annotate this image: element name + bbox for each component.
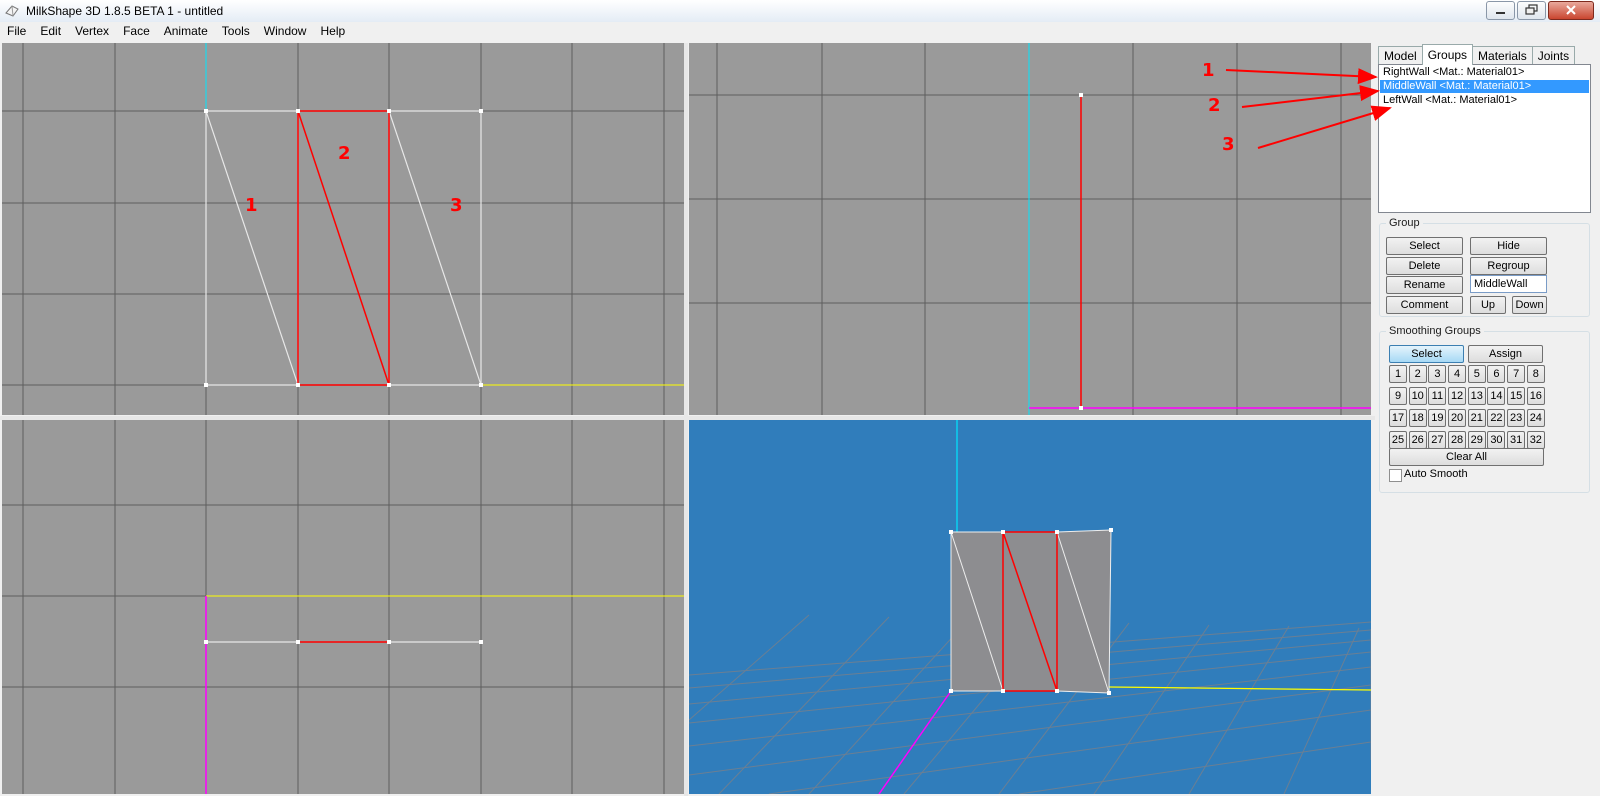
menu-window[interactable]: Window: [257, 22, 314, 41]
smoothing-group-button[interactable]: 18: [1408, 409, 1427, 427]
list-item[interactable]: MiddleWall <Mat.: Material01>: [1380, 80, 1589, 93]
smoothing-select-button[interactable]: Select: [1389, 345, 1464, 363]
smoothing-group-button[interactable]: 12: [1448, 387, 1467, 405]
group-select-button[interactable]: Select: [1386, 237, 1463, 255]
group-up-button[interactable]: Up: [1470, 296, 1506, 314]
window-title: MilkShape 3D 1.8.5 BETA 1 - untitled: [26, 4, 224, 18]
viewport-top-canvas: [2, 420, 684, 794]
restore-icon: [1525, 4, 1538, 15]
viewport-3d[interactable]: [689, 420, 1371, 794]
smoothing-group-button[interactable]: 22: [1487, 409, 1506, 427]
smoothing-group-button[interactable]: 17: [1389, 409, 1407, 427]
menu-file[interactable]: File: [0, 22, 33, 41]
smoothing-groups-title: Smoothing Groups: [1386, 325, 1484, 337]
viewport-front-canvas: [2, 43, 684, 415]
tab-joints[interactable]: Joints: [1531, 46, 1576, 65]
smoothing-group-button[interactable]: 19: [1428, 409, 1447, 427]
smoothing-group-button[interactable]: 30: [1487, 431, 1506, 449]
menu-vertex[interactable]: Vertex: [68, 22, 116, 41]
smoothing-group-button[interactable]: 7: [1507, 365, 1526, 383]
auto-smooth-checkbox[interactable]: [1389, 469, 1402, 482]
groups-list[interactable]: RightWall <Mat.: Material01> MiddleWall …: [1378, 64, 1591, 213]
group-down-button[interactable]: Down: [1512, 296, 1547, 314]
menu-face[interactable]: Face: [116, 22, 157, 41]
smoothing-group-button[interactable]: 26: [1408, 431, 1427, 449]
group-delete-button[interactable]: Delete: [1386, 257, 1463, 275]
list-item[interactable]: RightWall <Mat.: Material01>: [1380, 66, 1589, 79]
annotation-label-2: 2: [338, 143, 351, 164]
smoothing-group-button[interactable]: 31: [1507, 431, 1526, 449]
smoothing-clear-all-button[interactable]: Clear All: [1389, 448, 1544, 466]
group-regroup-button[interactable]: Regroup: [1470, 257, 1547, 275]
smoothing-group-button[interactable]: 32: [1526, 431, 1545, 449]
smoothing-group-button[interactable]: 13: [1467, 387, 1486, 405]
smoothing-group-button[interactable]: 2: [1408, 365, 1427, 383]
viewport-splitter-vertical[interactable]: [684, 43, 688, 796]
list-annotation-2: 2: [1208, 95, 1221, 116]
menu-tools[interactable]: Tools: [215, 22, 257, 41]
milkshape-app-icon: [5, 5, 19, 17]
list-annotation-1: 1: [1202, 60, 1215, 81]
group-box-title: Group: [1386, 217, 1423, 229]
smoothing-group-button[interactable]: 9: [1389, 387, 1407, 405]
close-button[interactable]: [1548, 1, 1594, 20]
viewport-top[interactable]: [2, 420, 684, 794]
menu-bar: File Edit Vertex Face Animate Tools Wind…: [0, 22, 1600, 41]
viewport-side-canvas: [689, 43, 1371, 415]
smoothing-group-button[interactable]: 3: [1428, 365, 1447, 383]
minimize-button[interactable]: [1486, 1, 1515, 20]
smoothing-group-grid: 1 2 3 4 5 6 7 8 9 10 11 12 13 14 15 16 1…: [1389, 365, 1547, 449]
smoothing-group-button[interactable]: 25: [1389, 431, 1407, 449]
smoothing-group-button[interactable]: 15: [1507, 387, 1526, 405]
group-rename-button[interactable]: Rename: [1386, 276, 1463, 294]
title-bar: MilkShape 3D 1.8.5 BETA 1 - untitled: [0, 0, 1600, 23]
group-comment-button[interactable]: Comment: [1386, 296, 1463, 314]
smoothing-group-button[interactable]: 10: [1408, 387, 1427, 405]
smoothing-group-button[interactable]: 27: [1428, 431, 1447, 449]
smoothing-assign-button[interactable]: Assign: [1468, 345, 1543, 363]
annotation-label-3: 3: [450, 195, 463, 216]
list-item[interactable]: LeftWall <Mat.: Material01>: [1380, 94, 1589, 107]
smoothing-group-button[interactable]: 14: [1487, 387, 1506, 405]
smoothing-group-button[interactable]: 4: [1448, 365, 1467, 383]
tab-model[interactable]: Model: [1378, 46, 1423, 65]
smoothing-group-button[interactable]: 11: [1428, 387, 1447, 405]
tool-panel: Model Groups Materials Joints RightWall …: [1375, 43, 1600, 796]
smoothing-group-button[interactable]: 23: [1507, 409, 1526, 427]
smoothing-group-button[interactable]: 21: [1467, 409, 1486, 427]
smoothing-group-button[interactable]: 24: [1526, 409, 1545, 427]
maximize-button[interactable]: [1517, 1, 1546, 20]
minimize-icon: [1496, 12, 1505, 14]
menu-animate[interactable]: Animate: [157, 22, 215, 41]
tab-groups[interactable]: Groups: [1421, 44, 1474, 65]
smoothing-group-button[interactable]: 28: [1448, 431, 1467, 449]
menu-edit[interactable]: Edit: [33, 22, 68, 41]
annotation-label-1: 1: [245, 195, 258, 216]
viewport-front[interactable]: 1 2 3: [2, 43, 684, 415]
auto-smooth-label: Auto Smooth: [1404, 468, 1468, 480]
smoothing-group-button[interactable]: 16: [1526, 387, 1545, 405]
smoothing-group-button[interactable]: 6: [1487, 365, 1506, 383]
smoothing-group-button[interactable]: 8: [1526, 365, 1545, 383]
smoothing-group-button[interactable]: 1: [1389, 365, 1407, 383]
group-name-field[interactable]: MiddleWall: [1470, 275, 1547, 293]
group-hide-button[interactable]: Hide: [1470, 237, 1547, 255]
close-icon: [1566, 5, 1576, 15]
list-annotation-3: 3: [1222, 134, 1235, 155]
tab-materials[interactable]: Materials: [1472, 46, 1533, 65]
smoothing-group-button[interactable]: 29: [1467, 431, 1486, 449]
menu-help[interactable]: Help: [313, 22, 352, 41]
panel-tabs: Model Groups Materials Joints: [1378, 44, 1576, 65]
viewport-side[interactable]: [689, 43, 1371, 415]
smoothing-group-button[interactable]: 20: [1448, 409, 1467, 427]
viewport-3d-canvas: [689, 420, 1371, 794]
smoothing-group-button[interactable]: 5: [1467, 365, 1486, 383]
